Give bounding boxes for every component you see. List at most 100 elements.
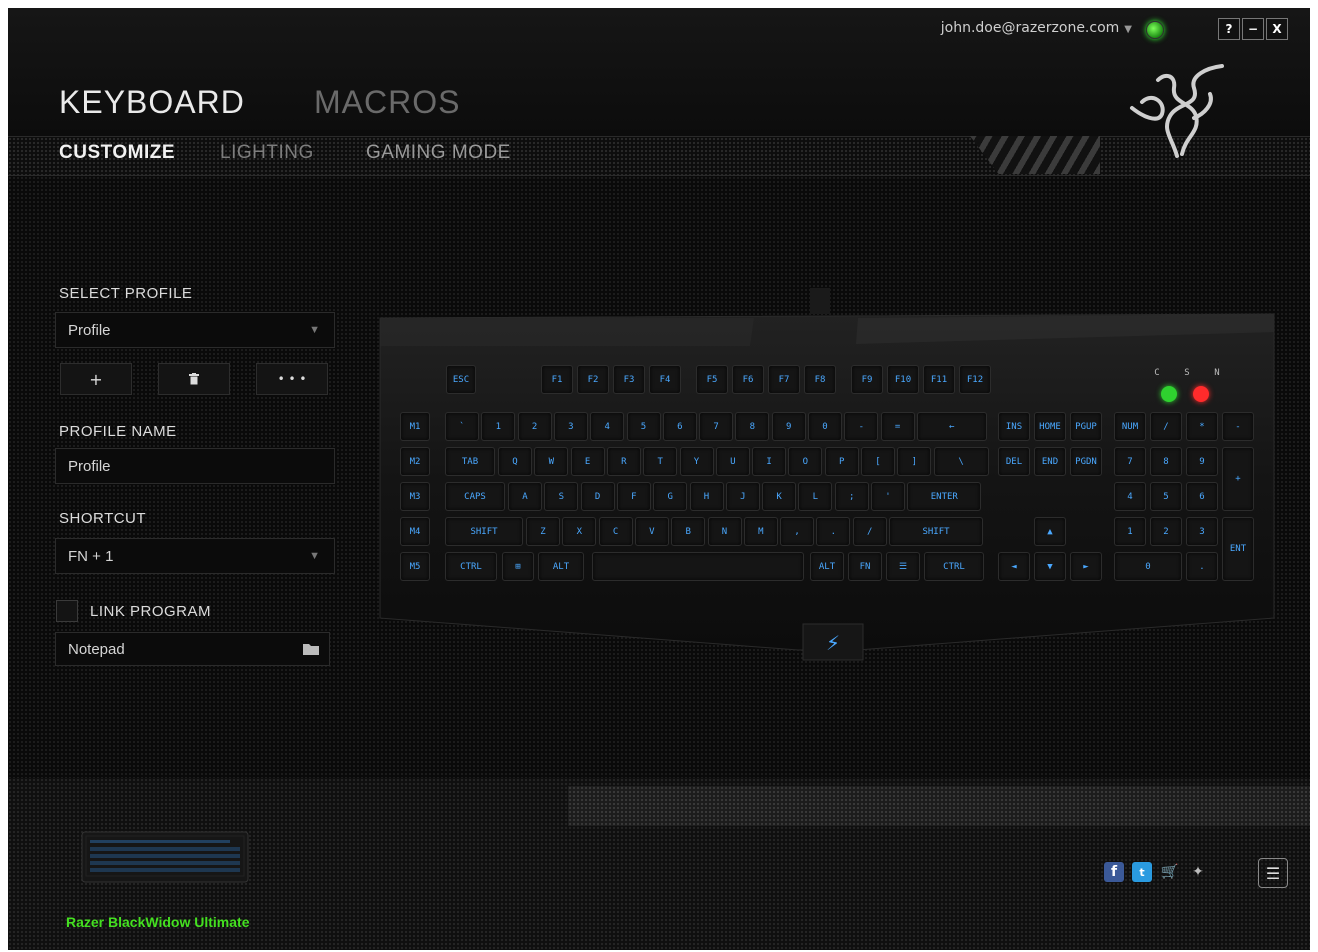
subtab-lighting[interactable]: LIGHTING — [220, 142, 314, 164]
numpad-key-5[interactable]: 8 — [1150, 447, 1182, 476]
key-row2-8[interactable]: I — [752, 447, 787, 476]
nav-key-8[interactable]: ▼ — [1034, 552, 1066, 581]
key-row2-12[interactable]: ] — [897, 447, 932, 476]
more-options-button[interactable]: • • • — [256, 363, 328, 395]
key-f7[interactable]: F7 — [768, 365, 800, 394]
key-f3[interactable]: F3 — [613, 365, 645, 394]
key-space[interactable] — [592, 552, 804, 581]
key-row3-5[interactable]: G — [653, 482, 688, 511]
shortcut-dropdown[interactable]: FN + 1 ▼ — [55, 538, 335, 574]
macro-key-m2[interactable]: M2 — [400, 447, 430, 476]
macro-key-m3[interactable]: M3 — [400, 482, 430, 511]
key-row4-0[interactable]: SHIFT — [445, 517, 523, 546]
key-row1-5[interactable]: 5 — [626, 412, 661, 441]
numpad-key-9[interactable]: 5 — [1150, 482, 1182, 511]
numpad-key-8[interactable]: 4 — [1114, 482, 1146, 511]
key-row4-6[interactable]: N — [707, 517, 742, 546]
key-row2-5[interactable]: T — [643, 447, 678, 476]
key-row1-6[interactable]: 6 — [662, 412, 697, 441]
key-row5-1[interactable]: ⊞ — [502, 552, 534, 581]
profile-name-input[interactable]: Profile — [55, 448, 335, 484]
numpad-key-10[interactable]: 6 — [1186, 482, 1218, 511]
subtab-gaming-mode[interactable]: GAMING MODE — [366, 142, 511, 164]
key-row2-11[interactable]: [ — [861, 447, 895, 476]
key-row2-3[interactable]: E — [570, 447, 605, 476]
nav-key-6[interactable]: ▲ — [1034, 517, 1066, 546]
game-mode-button[interactable] — [1161, 386, 1177, 402]
key-row3-12[interactable]: ENTER — [907, 482, 982, 511]
key-row3-6[interactable]: H — [689, 482, 724, 511]
menu-button[interactable]: ☰ — [1258, 858, 1288, 888]
facebook-icon[interactable]: f — [1104, 862, 1124, 882]
key-row1-2[interactable]: 2 — [517, 412, 552, 441]
key-row2-2[interactable]: W — [534, 447, 569, 476]
key-row1-13[interactable]: ← — [916, 412, 987, 441]
profile-dropdown[interactable]: Profile ▼ — [55, 312, 335, 348]
key-f11[interactable]: F11 — [923, 365, 955, 394]
key-row3-0[interactable]: CAPS — [445, 482, 505, 511]
close-button[interactable]: X — [1266, 18, 1288, 40]
key-row4-4[interactable]: V — [634, 517, 669, 546]
numpad-key-0[interactable]: NUM — [1114, 412, 1146, 441]
numpad-key-16[interactable]: . — [1186, 552, 1218, 581]
key-f5[interactable]: F5 — [696, 365, 728, 394]
numpad-key-1[interactable]: / — [1150, 412, 1182, 441]
key-row4-11[interactable]: SHIFT — [889, 517, 983, 546]
key-row2-10[interactable]: P — [824, 447, 859, 476]
nav-key-0[interactable]: INS — [998, 412, 1030, 441]
key-row1-1[interactable]: 1 — [481, 412, 516, 441]
key-row4-9[interactable]: . — [816, 517, 851, 546]
key-row2-4[interactable]: R — [606, 447, 641, 476]
key-row3-3[interactable]: D — [580, 482, 615, 511]
key-row1-11[interactable]: - — [844, 412, 879, 441]
key-row4-8[interactable]: , — [780, 517, 815, 546]
key-row4-2[interactable]: X — [562, 517, 597, 546]
key-row2-6[interactable]: Y — [679, 447, 714, 476]
numpad-key-3[interactable]: - — [1222, 412, 1254, 441]
key-row3-9[interactable]: L — [798, 482, 833, 511]
key-row4-3[interactable]: C — [598, 517, 633, 546]
key-row3-2[interactable]: S — [544, 482, 579, 511]
key-row3-10[interactable]: ; — [834, 482, 869, 511]
numpad-key-14[interactable]: ENT — [1222, 517, 1254, 581]
numpad-key-7[interactable]: + — [1222, 447, 1254, 511]
numpad-key-15[interactable]: 0 — [1114, 552, 1182, 581]
key-row4-1[interactable]: Z — [526, 517, 560, 546]
key-row1-3[interactable]: 3 — [553, 412, 588, 441]
key-f8[interactable]: F8 — [804, 365, 836, 394]
key-row1-0[interactable]: ` — [445, 412, 479, 441]
key-esc[interactable]: ESC — [446, 365, 476, 394]
numpad-key-4[interactable]: 7 — [1114, 447, 1146, 476]
key-f1[interactable]: F1 — [541, 365, 573, 394]
key-row3-4[interactable]: F — [616, 482, 651, 511]
key-row1-9[interactable]: 9 — [771, 412, 806, 441]
minimize-button[interactable]: − — [1242, 18, 1264, 40]
numpad-key-11[interactable]: 1 — [1114, 517, 1146, 546]
key-row1-10[interactable]: 0 — [808, 412, 842, 441]
nav-key-4[interactable]: END — [1034, 447, 1066, 476]
key-row2-0[interactable]: TAB — [445, 447, 495, 476]
nav-key-3[interactable]: DEL — [998, 447, 1030, 476]
key-row4-10[interactable]: / — [852, 517, 887, 546]
delete-profile-button[interactable] — [158, 363, 230, 395]
add-profile-button[interactable]: + — [60, 363, 132, 395]
nav-key-1[interactable]: HOME — [1034, 412, 1066, 441]
razer-icon[interactable]: ✦ — [1188, 862, 1208, 882]
nav-key-9[interactable]: ► — [1070, 552, 1102, 581]
macro-key-m5[interactable]: M5 — [400, 552, 430, 581]
nav-key-2[interactable]: PGUP — [1070, 412, 1102, 441]
device-thumbnail[interactable] — [80, 826, 250, 886]
key-row1-4[interactable]: 4 — [590, 412, 625, 441]
key-f9[interactable]: F9 — [851, 365, 883, 394]
program-path-input[interactable]: Notepad — [55, 632, 330, 666]
key-f2[interactable]: F2 — [577, 365, 609, 394]
link-program-checkbox[interactable] — [56, 600, 78, 622]
macro-key-m4[interactable]: M4 — [400, 517, 430, 546]
key-f12[interactable]: F12 — [959, 365, 991, 394]
key-row3-7[interactable]: J — [725, 482, 760, 511]
key-row2-13[interactable]: \ — [933, 447, 989, 476]
key-row3-11[interactable]: ' — [871, 482, 905, 511]
macro-record-button[interactable] — [1193, 386, 1209, 402]
numpad-key-6[interactable]: 9 — [1186, 447, 1218, 476]
folder-icon[interactable] — [303, 643, 319, 655]
